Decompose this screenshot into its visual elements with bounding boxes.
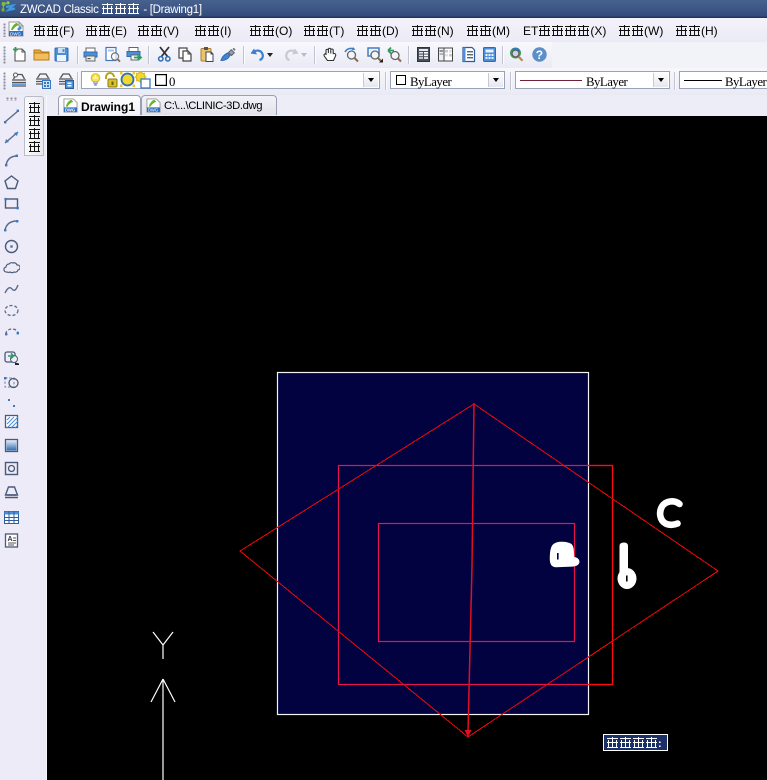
svg-text:?: ? (536, 48, 543, 62)
svg-text:DWG: DWG (65, 108, 76, 113)
svg-text:DWG: DWG (10, 32, 21, 37)
svg-text:DWG: DWG (148, 108, 158, 113)
svg-text:A: A (8, 536, 13, 543)
